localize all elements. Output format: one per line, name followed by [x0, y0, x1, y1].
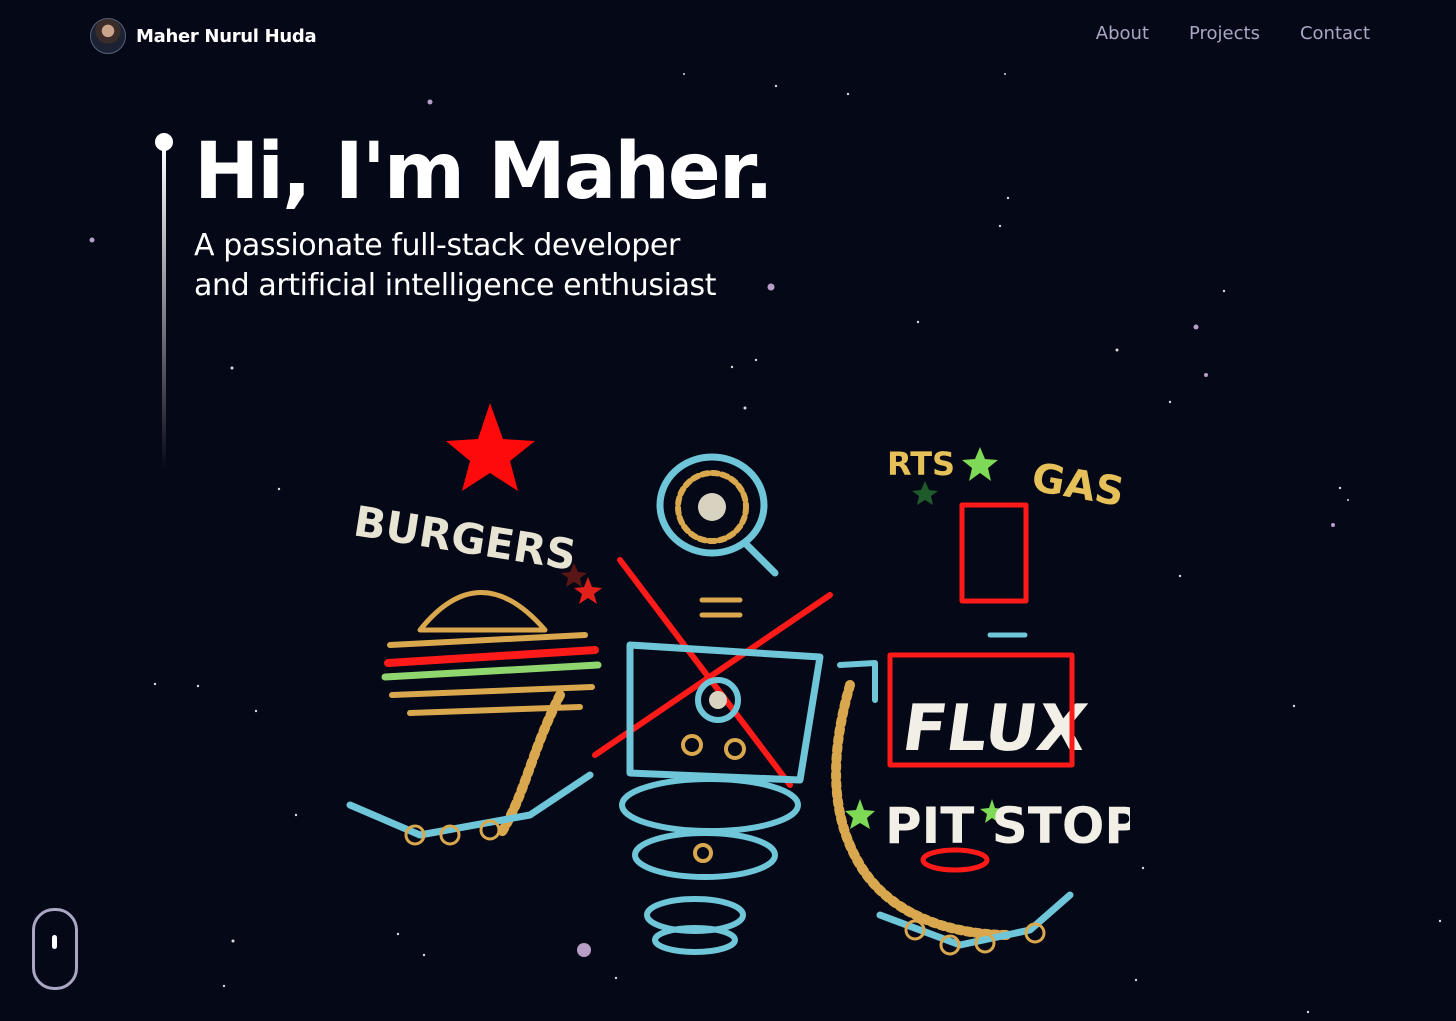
avatar: [90, 18, 126, 54]
robot-3d-illustration: BURGERS GAS FLUX PIT STOP RTS: [346, 403, 1130, 956]
flux-sign: FLUX: [898, 691, 1092, 766]
hero-subtitle-line-2: and artificial intelligence enthusiast: [194, 268, 717, 303]
hero-accent-line: [155, 133, 175, 473]
gas-box: [959, 502, 1029, 604]
hero-subtitle: A passionate full-stack developer and ar…: [194, 226, 774, 306]
nav-link-contact[interactable]: Contact: [1300, 23, 1370, 44]
dark-green-star-icon: [912, 481, 938, 505]
accent-bar: [162, 149, 166, 469]
hero-title: Hi, I'm Maher.: [194, 127, 774, 217]
nav-links: About Projects Contact: [1096, 23, 1370, 44]
gas-sign: GAS: [1028, 455, 1127, 516]
mouse-wheel: [52, 935, 57, 949]
red-star-icon: [446, 403, 535, 491]
brand-name: Maher Nurul Huda: [136, 25, 317, 47]
green-star-icon: [962, 447, 998, 481]
burgers-sign: BURGERS: [350, 496, 579, 579]
nav-link-about[interactable]: About: [1096, 23, 1149, 44]
rts-sign: RTS: [887, 445, 955, 483]
top-navbar: Maher Nurul Huda About Projects Contact: [0, 0, 1456, 72]
hero-subtitle-line-1: A passionate full-stack developer: [194, 228, 680, 263]
pit-stop-sign: PIT STOP: [885, 797, 1130, 855]
mouse-scroll-icon[interactable]: [32, 908, 78, 990]
nav-link-projects[interactable]: Projects: [1189, 23, 1260, 44]
burger: [417, 590, 548, 633]
green-star-icon-2: [845, 799, 875, 829]
brand-logo-link[interactable]: Maher Nurul Huda: [90, 18, 317, 54]
